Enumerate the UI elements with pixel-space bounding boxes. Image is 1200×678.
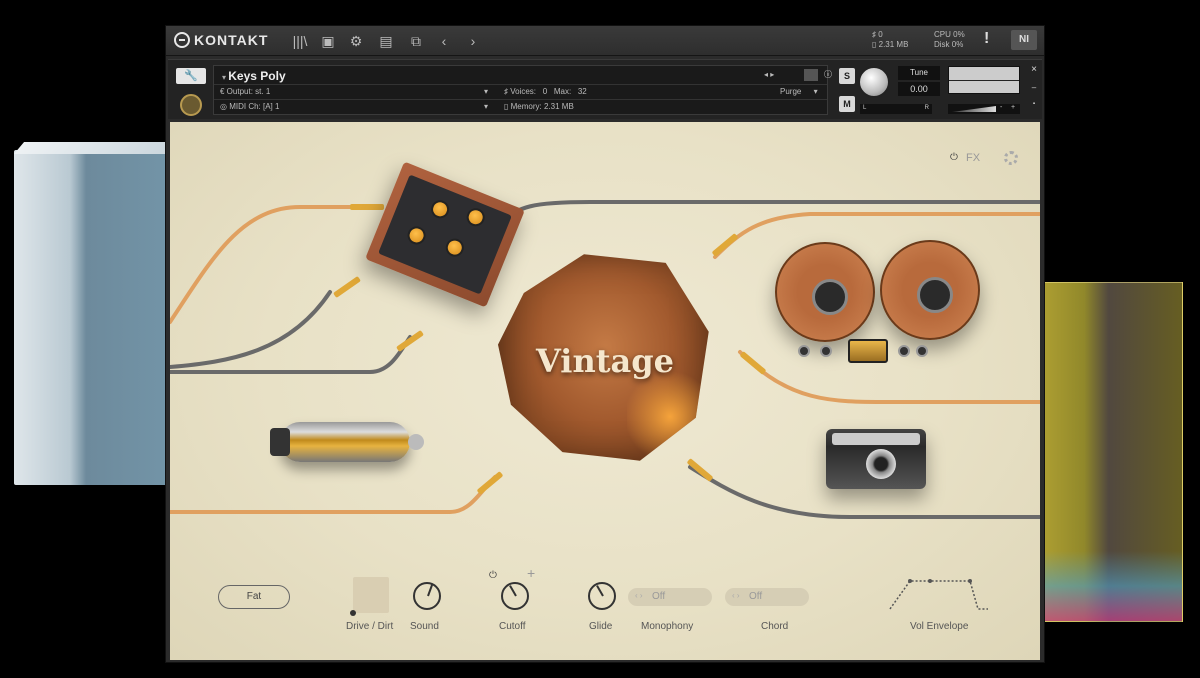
cutoff-power-icon[interactable]: ⏻ [489,570,497,581]
pan-slider[interactable]: L R [860,104,932,114]
tape-reel-right [880,240,980,340]
chord-arrows-icon: ‹ › [732,591,740,600]
camera-icon[interactable] [804,69,818,81]
instrument-name[interactable]: ▾ Keys Poly [222,69,286,83]
cutoff-add-icon[interactable]: + [527,565,535,581]
monophony-arrows-icon: ‹ › [635,591,643,600]
gear-icon[interactable] [1004,151,1018,165]
instrument-info-box: ▾ Keys Poly ◂ ▸ ⓘ € Output: st. 1 ▾ ♯ Vo… [213,65,832,115]
info-icon[interactable]: ⓘ [824,69,832,80]
kontakt-logo: KONTAKT [174,32,268,48]
drive-dirt-pad[interactable] [350,577,389,616]
instrument-title: Vintage [536,342,674,380]
tape-head-artwork [798,337,928,367]
voices-readout: ♯ 0 ▯ 2.31 MB [872,30,909,49]
brand-name: KONTAKT [194,32,269,48]
instrument-nav-arrows[interactable]: ◂ ▸ [764,70,774,79]
ni-logo-button[interactable]: NI [1011,30,1037,50]
midi-dropdown-arrow-icon[interactable]: ▾ [484,102,488,111]
monophony-switch[interactable]: ‹ › Off [628,588,712,606]
instrument-logo-icon [180,94,202,116]
volume-slider[interactable]: - + [948,104,1020,114]
vacuum-tube-artwork [270,422,424,462]
drive-dirt-label: Drive / Dirt [346,621,394,632]
tune-label: Tune [898,66,940,80]
instrument-header: 🔧 ▾ Keys Poly ◂ ▸ ⓘ € Output: st. 1 ▾ ♯ … [168,59,1042,119]
kontakt-window: KONTAKT |||\ ▣ ⚙ ▤ ⧉ ‹ › ♯ 0 ▯ 2.31 MB C… [165,25,1045,663]
tune-value[interactable]: 0.00 [898,82,940,96]
monophony-label: Monophony [641,621,694,632]
tune-knob[interactable] [858,66,890,98]
vol-envelope-graph[interactable] [888,577,993,617]
library-icon[interactable]: |||\ [290,31,310,51]
cable-gray-left-1 [170,290,332,369]
minimize-icon[interactable]: – [1028,82,1040,94]
chord-switch[interactable]: ‹ › Off [725,588,809,606]
solo-button[interactable]: S [839,68,855,84]
cable-orange-bottom-left [170,475,497,514]
camera-artwork [826,429,926,489]
cable-gray-left-2 [170,335,412,374]
cutoff-label: Cutoff [499,621,526,632]
top-toolbar: KONTAKT |||\ ▣ ⚙ ▤ ⧉ ‹ › ♯ 0 ▯ 2.31 MB C… [166,26,1044,56]
sound-label: Sound [410,621,439,632]
mute-button[interactable]: M [839,96,855,112]
wrench-icon[interactable]: 🔧 [176,68,206,84]
vol-envelope-label: Vol Envelope [910,621,969,632]
sound-knob[interactable] [413,582,441,610]
level-meter [948,66,1020,94]
power-icon[interactable]: ⏻ [950,152,958,163]
chord-label: Chord [761,621,789,632]
close-icon[interactable]: × [1028,64,1040,76]
voices-field: ♯ Voices: 0 Max: 32 [504,87,587,96]
cable-orange-top-right [713,212,1040,259]
midi-channel-field[interactable]: ◎ MIDI Ch: [A] 1 [220,102,279,111]
next-icon[interactable]: › [463,31,483,51]
view-icon[interactable]: ▤ [376,31,396,51]
tape-reel-left [775,242,875,342]
instrument-panel: ⏻ FX Vintage Fat Drive / Dirt Sound ⏻ + … [170,122,1040,660]
settings-icon[interactable]: ⚙ [346,31,366,51]
resize-icon[interactable]: ⧉ [406,31,426,51]
aux-icon[interactable]: ▪ [1028,98,1040,110]
kontakt-logo-icon [174,32,190,48]
output-field[interactable]: € Output: st. 1 [220,87,270,96]
glide-knob[interactable] [588,582,616,610]
cpu-disk-readout: CPU 0% Disk 0% [934,30,965,49]
fat-button[interactable]: Fat [218,585,290,609]
save-icon[interactable]: ▣ [318,31,338,51]
glide-label: Glide [589,621,613,632]
memory-field: ▯ Memory: 2.31 MB [504,102,574,111]
warning-icon[interactable]: ! [984,30,989,48]
cutoff-knob[interactable] [501,582,529,610]
purge-button[interactable]: Purge ▾ [780,87,818,96]
prev-icon[interactable]: ‹ [434,31,454,51]
background-prism-left [14,150,174,485]
output-dropdown-arrow-icon[interactable]: ▾ [484,87,488,96]
fx-button[interactable]: FX [966,152,980,164]
memory-icon: ▯ [872,40,879,49]
